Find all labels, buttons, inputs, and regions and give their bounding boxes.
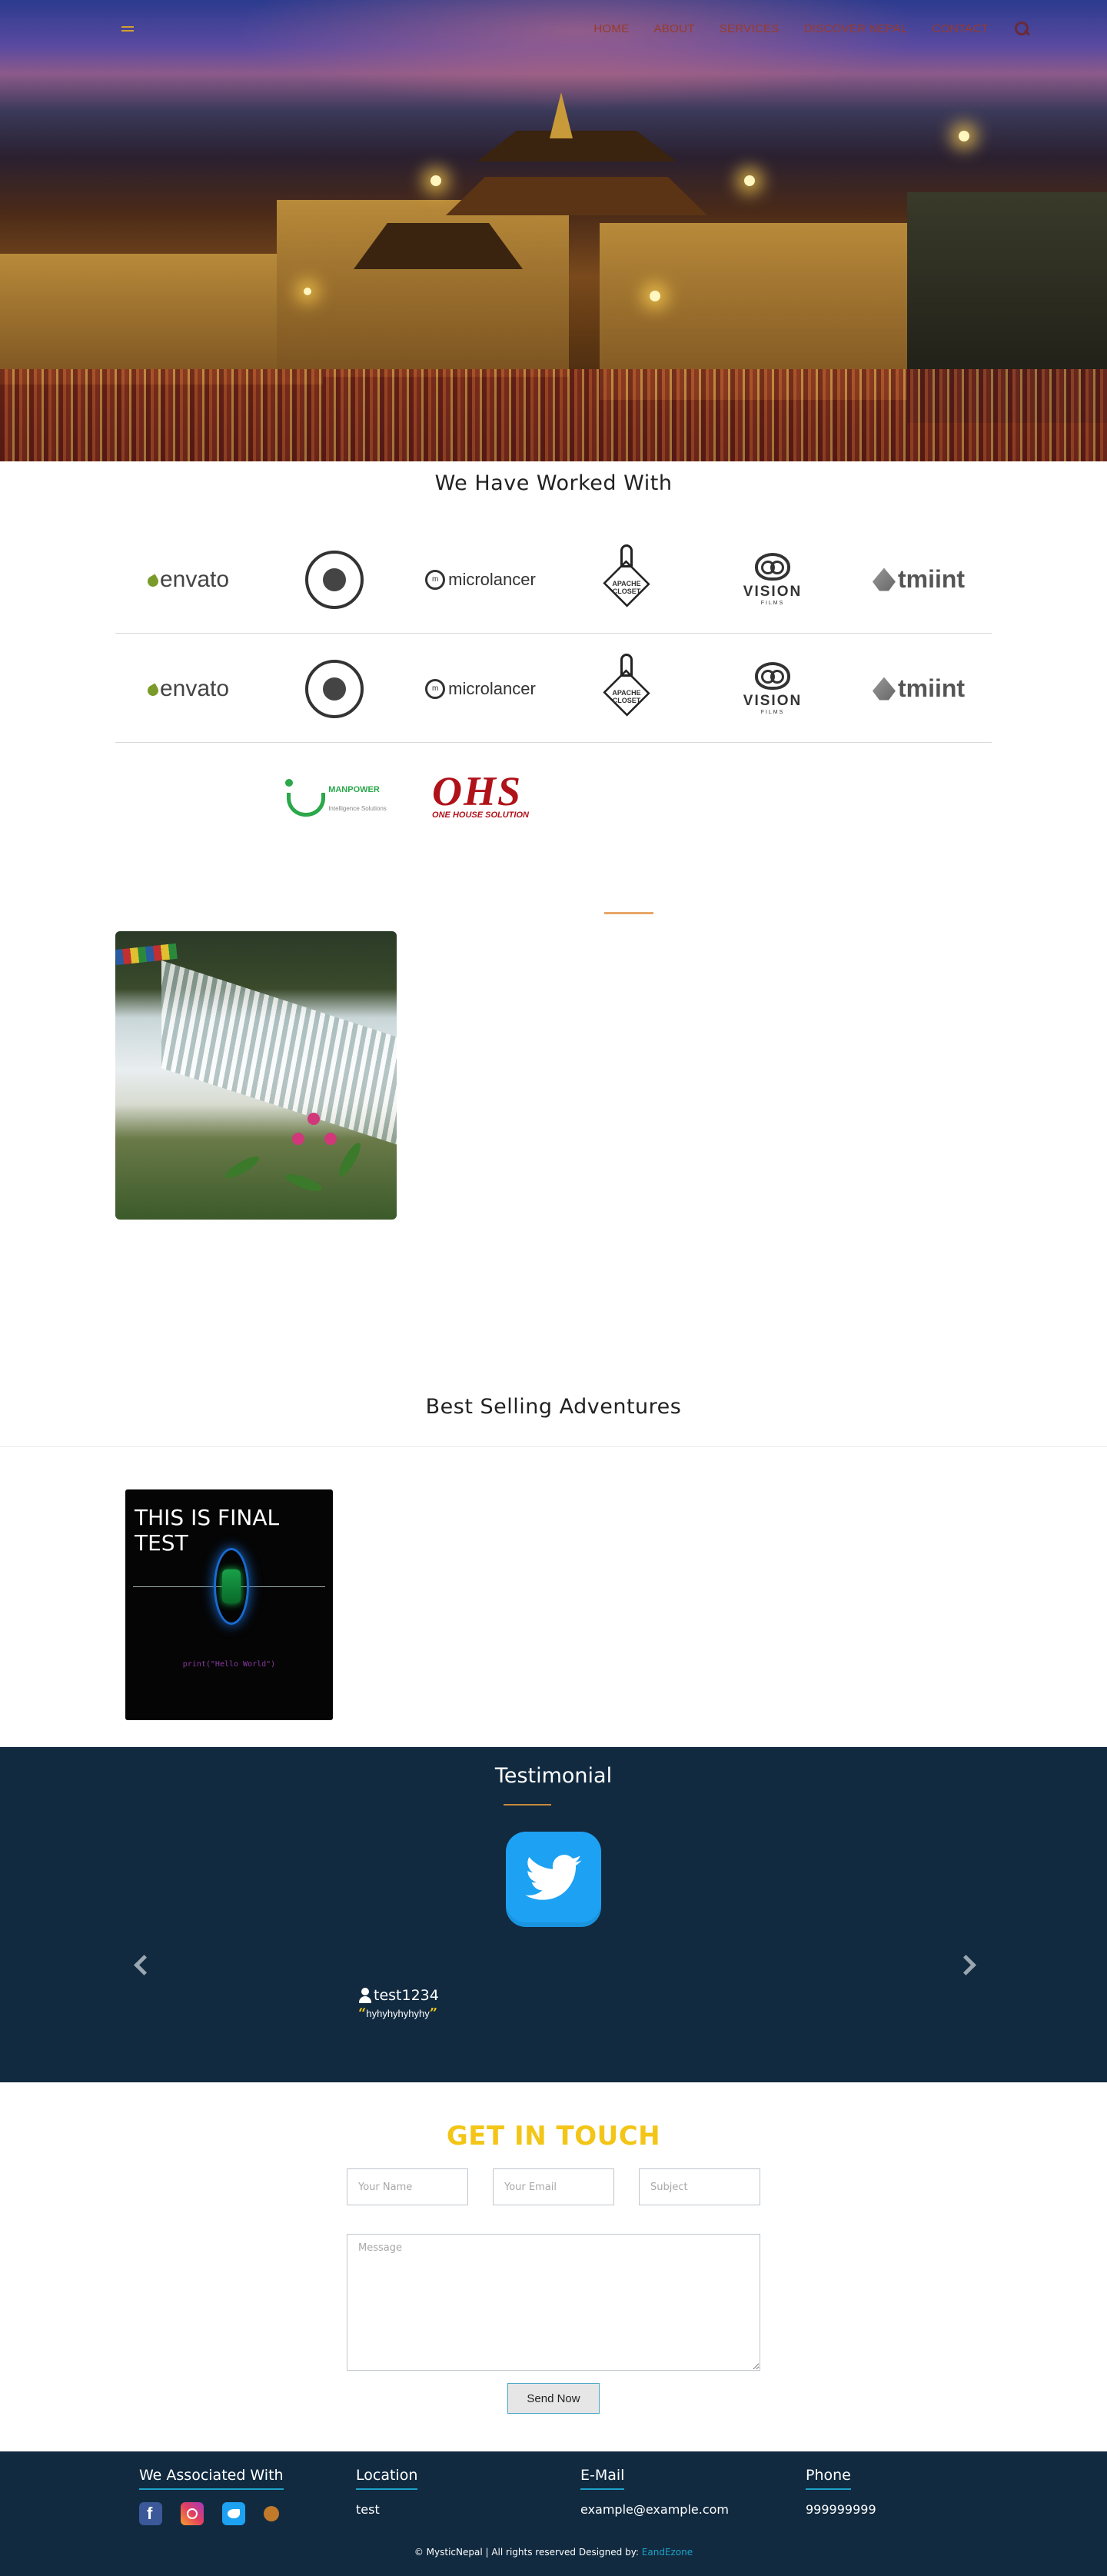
partner-logo-vision: VISION FILMS bbox=[700, 541, 846, 618]
email-field[interactable] bbox=[493, 2168, 614, 2205]
footer-location: Location test bbox=[356, 2467, 418, 2517]
twitter-icon bbox=[506, 1832, 601, 1927]
other-icon[interactable] bbox=[264, 2506, 279, 2521]
footer-phone: Phone 999999999 bbox=[806, 2467, 876, 2517]
hero-light bbox=[650, 291, 660, 301]
python-logo-icon bbox=[222, 1569, 241, 1603]
hero-light bbox=[304, 288, 311, 295]
partner-logo-microlancer: m microlancer bbox=[407, 651, 554, 727]
testimonial-underline bbox=[504, 1804, 551, 1806]
copyright: © MysticNepal | All rights reserved Desi… bbox=[0, 2547, 1107, 2558]
menu-toggle-icon[interactable] bbox=[121, 26, 134, 35]
designer-link[interactable]: EandEzone bbox=[642, 2547, 693, 2558]
hero-banner: HOME ABOUT SERVICES DISCOVER NEPAL CONTA… bbox=[0, 0, 1107, 461]
partner-row: MANPOWER Intelligence Solutions OHS ONE HO… bbox=[115, 744, 992, 852]
hero-temple-roof bbox=[477, 131, 676, 161]
main-nav: HOME ABOUT SERVICES DISCOVER NEPAL CONTA… bbox=[593, 20, 1030, 37]
quote-close-icon: ” bbox=[429, 2005, 438, 2022]
partner-logo-coffee-badge bbox=[261, 651, 407, 727]
partner-row: envato m microlancer APACHE CLOSET VISION… bbox=[115, 635, 992, 743]
footer-phone-value: 999999999 bbox=[806, 2502, 876, 2517]
footer-email-title: E-Mail bbox=[580, 2467, 625, 2490]
partner-logo-envato: envato bbox=[115, 651, 261, 727]
photo-leaf bbox=[284, 1170, 324, 1195]
partner-logo-apache: APACHE CLOSET bbox=[554, 541, 700, 618]
partner-row: envato m microlancer APACHE CLOSET VISION… bbox=[115, 526, 992, 634]
hero-light bbox=[959, 131, 969, 141]
footer-associated: We Associated With bbox=[139, 2467, 284, 2525]
partner-logo-vision: VISION FILMS bbox=[700, 651, 846, 727]
photo-flower bbox=[308, 1113, 320, 1125]
testimonial-section: Testimonial test1234 “hyhyhyhyhyhy” bbox=[0, 1747, 1107, 2082]
twitter-icon[interactable] bbox=[222, 2502, 245, 2525]
carousel-next-icon[interactable] bbox=[957, 1953, 980, 1976]
partner-logo-coffee-badge bbox=[261, 541, 407, 618]
hero-building bbox=[0, 254, 323, 384]
partners-title: We Have Worked With bbox=[434, 471, 673, 495]
hero-crowd bbox=[0, 369, 1107, 461]
hero-temple-roof bbox=[446, 177, 707, 215]
testimonial-title: Testimonial bbox=[494, 1764, 613, 1788]
search-icon[interactable] bbox=[1013, 20, 1030, 37]
footer-phone-title: Phone bbox=[806, 2467, 851, 2490]
footer-email: E-Mail example@example.com bbox=[580, 2467, 729, 2517]
photo-leaf bbox=[222, 1153, 262, 1182]
photo-flower bbox=[292, 1133, 304, 1145]
nav-services[interactable]: SERVICES bbox=[720, 22, 780, 35]
section-accent-line bbox=[604, 912, 653, 914]
send-button[interactable]: Send Now bbox=[507, 2383, 600, 2414]
testimonial-review: test1234 “hyhyhyhyhyhy” bbox=[358, 1987, 439, 2022]
nav-about[interactable]: ABOUT bbox=[654, 22, 695, 35]
partner-logo-manpower: MANPOWER Intelligence Solutions bbox=[261, 760, 407, 837]
social-links bbox=[139, 2502, 284, 2525]
subject-field[interactable] bbox=[639, 2168, 760, 2205]
footer: We Associated With Location test E-Mail … bbox=[0, 2451, 1107, 2576]
photo-flower bbox=[324, 1133, 337, 1145]
partner-logo-apache: APACHE CLOSET bbox=[554, 651, 700, 727]
facebook-icon[interactable] bbox=[139, 2502, 162, 2525]
user-icon bbox=[358, 1988, 372, 2003]
hero-light bbox=[430, 175, 441, 186]
photo-water bbox=[161, 960, 397, 1148]
testimonial-user: test1234 bbox=[374, 1987, 439, 2004]
partner-logo-tmiint: tmiint bbox=[846, 541, 992, 618]
partner-logo-microlancer: m microlancer bbox=[407, 541, 554, 618]
partner-logo-ohs: OHS ONE HOUSE SOLUTION bbox=[432, 768, 529, 820]
name-field[interactable] bbox=[347, 2168, 468, 2205]
partner-logo-tmiint: tmiint bbox=[846, 651, 992, 727]
adventures-divider bbox=[0, 1446, 1107, 1447]
testimonial-quote: hyhyhyhyhyhy bbox=[366, 2008, 430, 2019]
carousel-prev-icon[interactable] bbox=[129, 1953, 152, 1976]
adventure-card[interactable]: THIS IS FINAL TEST print("Hello World") bbox=[125, 1489, 333, 1720]
footer-location-value: test bbox=[356, 2502, 380, 2517]
adventure-card-code: print("Hello World") bbox=[182, 1660, 276, 1669]
footer-email-value[interactable]: example@example.com bbox=[580, 2502, 729, 2517]
copyright-text: © MysticNepal | All rights reserved Desi… bbox=[414, 2547, 642, 2558]
message-field[interactable] bbox=[347, 2234, 760, 2371]
gallery-photo-waterfall[interactable] bbox=[115, 931, 397, 1220]
photo-leaf bbox=[335, 1140, 364, 1180]
hero-light bbox=[744, 175, 755, 186]
instagram-icon[interactable] bbox=[181, 2502, 204, 2525]
nav-home[interactable]: HOME bbox=[593, 22, 629, 35]
contact-title: GET IN TOUCH bbox=[446, 2121, 661, 2152]
footer-associated-title: We Associated With bbox=[139, 2467, 284, 2490]
nav-contact[interactable]: CONTACT bbox=[932, 22, 989, 35]
hero-sky-glow bbox=[231, 0, 922, 108]
adventures-title: Best Selling Adventures bbox=[425, 1395, 682, 1419]
footer-location-title: Location bbox=[356, 2467, 418, 2490]
nav-discover-nepal[interactable]: DISCOVER NEPAL bbox=[804, 22, 908, 35]
partner-logo-envato: envato bbox=[115, 541, 261, 618]
quote-open-icon: “ bbox=[358, 2005, 367, 2022]
